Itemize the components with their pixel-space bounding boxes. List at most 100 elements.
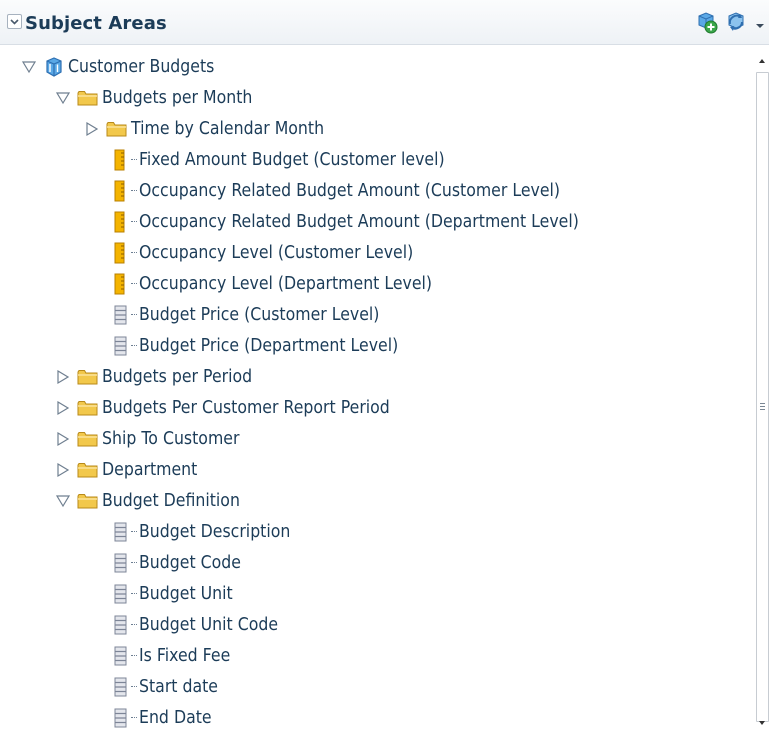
tree-node-label: Budgets per Period [102,367,253,387]
tree-connector [131,159,137,161]
tree-node-budgets-per-customer-report-period[interactable]: Budgets Per Customer Report Period [54,393,422,423]
tree-node-label: Budget Unit [139,584,233,604]
tree-node-budget-definition[interactable]: Budget Definition [54,486,255,516]
attribute-column-icon [113,583,131,605]
tree-node-label: Is Fixed Fee [139,646,231,666]
tree-node-budget-price-customer-level[interactable]: Budget Price (Customer Level) [113,300,406,330]
attribute-column-icon [113,645,131,667]
tree-connector [131,624,137,626]
tree-node-label: End Date [139,708,212,728]
tree-node-budget-unit-code[interactable]: Budget Unit Code [113,610,294,640]
tree-node-label: Budgets Per Customer Report Period [102,398,390,418]
tree-node-start-date[interactable]: Start date [113,672,227,702]
collapse-toggle-icon[interactable] [20,58,38,76]
tree-node-department[interactable]: Department [54,455,208,485]
tree-node-occupancy-related-budget-amount-customer-level[interactable]: Occupancy Related Budget Amount (Custome… [113,176,607,206]
tree-node-budget-code[interactable]: Budget Code [113,548,252,578]
tree-connector [131,190,137,192]
tree-node-budget-unit[interactable]: Budget Unit [113,579,243,609]
scroll-thumb[interactable] [756,72,769,722]
tree-node-label: Occupancy Level (Customer Level) [139,243,414,263]
attribute-column-icon [113,304,131,326]
tree-node-label: Ship To Customer [102,429,240,449]
tree-node-label: Budget Price (Customer Level) [139,305,380,325]
expand-toggle-icon[interactable] [54,368,72,386]
add-subject-area-icon[interactable] [694,10,718,38]
tree-connector [131,531,137,533]
refresh-icon[interactable] [724,10,748,38]
collapse-toggle-icon[interactable] [54,89,72,107]
folder-icon [77,397,99,419]
measure-column-icon [113,149,131,171]
tree-node-time-by-calendar-month[interactable]: Time by Calendar Month [83,114,346,144]
attribute-column-icon [113,335,131,357]
expand-toggle-icon[interactable] [54,430,72,448]
tree-node-budgets-per-period[interactable]: Budgets per Period [54,362,269,392]
collapse-toggle-icon[interactable] [54,492,72,510]
tree-connector [131,717,137,719]
folder-icon [77,87,99,109]
tree-node-customer-budgets[interactable]: Customer Budgets [20,52,231,82]
measure-column-icon [113,211,131,233]
tree-node-label: Start date [139,677,219,697]
folder-icon [77,490,99,512]
tree-node-is-fixed-fee[interactable]: Is Fixed Fee [113,641,240,671]
expand-toggle-icon[interactable] [54,461,72,479]
attribute-column-icon [113,676,131,698]
tree-node-label: Budget Unit Code [139,615,279,635]
tree-node-occupancy-level-department-level[interactable]: Occupancy Level (Department Level) [113,269,465,299]
scroll-up-icon[interactable] [758,58,766,64]
tree-connector [131,221,137,223]
tree-node-label: Budget Price (Department Level) [139,336,399,356]
measure-column-icon [113,180,131,202]
scroll-down-icon[interactable] [758,720,766,726]
tree-node-budget-description[interactable]: Budget Description [113,517,307,547]
tree-node-label: Occupancy Level (Department Level) [139,274,433,294]
attribute-column-icon [113,707,131,729]
tree-connector [131,314,137,316]
tree-node-label: Customer Budgets [68,57,215,77]
attribute-column-icon [113,614,131,636]
dropdown-arrow-icon[interactable] [754,16,766,35]
measure-column-icon [113,242,131,264]
tree-connector [131,686,137,688]
measure-column-icon [113,273,131,295]
tree-node-budgets-per-month[interactable]: Budgets per Month [54,83,269,113]
tree-connector [131,283,137,285]
attribute-column-icon [113,521,131,543]
expand-toggle-icon[interactable] [54,399,72,417]
tree-node-budget-price-department-level[interactable]: Budget Price (Department Level) [113,331,427,361]
vertical-scrollbar[interactable] [754,50,769,731]
tree-node-fixed-amount-budget-customer-level[interactable]: Fixed Amount Budget (Customer level) [113,145,479,175]
tree-node-label: Budgets per Month [102,88,253,108]
chevron-down-icon[interactable] [7,14,22,29]
tree-connector [131,252,137,254]
folder-icon [77,428,99,450]
tree-node-occupancy-related-budget-amount-department-level[interactable]: Occupancy Related Budget Amount (Departm… [113,207,628,237]
tree-node-label: Occupancy Related Budget Amount (Custome… [139,181,561,201]
tree-node-label: Fixed Amount Budget (Customer level) [139,150,445,170]
tree-node-label: Budget Definition [102,491,240,511]
folder-icon [77,459,99,481]
tree-node-label: Department [102,460,198,480]
folder-icon [77,366,99,388]
tree-node-label: Time by Calendar Month [131,119,325,139]
panel-title: Subject Areas [25,13,167,34]
scroll-grip-icon [760,403,765,412]
expand-toggle-icon[interactable] [83,120,101,138]
tree-node-label: Budget Description [139,522,291,542]
subject-area-icon [43,56,65,78]
subject-areas-header: Subject Areas [0,0,769,45]
subject-area-tree: Customer Budgets Budgets per Month Time by… [0,50,752,731]
tree-connector [131,345,137,347]
tree-node-end-date[interactable]: End Date [113,703,220,731]
tree-node-label: Budget Code [139,553,241,573]
folder-icon [106,118,128,140]
tree-connector [131,593,137,595]
tree-node-occupancy-level-customer-level[interactable]: Occupancy Level (Customer Level) [113,238,444,268]
tree-node-label: Occupancy Related Budget Amount (Departm… [139,212,579,232]
tree-node-ship-to-customer[interactable]: Ship To Customer [54,424,255,454]
tree-connector [131,562,137,564]
tree-connector [131,655,137,657]
attribute-column-icon [113,552,131,574]
